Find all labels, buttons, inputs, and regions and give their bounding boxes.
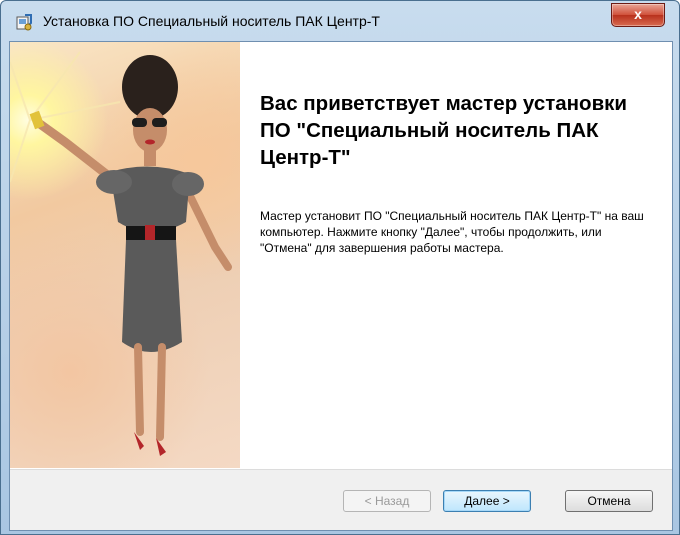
installer-window: Установка ПО Специальный носитель ПАК Це… (0, 0, 680, 535)
wizard-body: Вас приветствует мастер установки ПО "Сп… (9, 41, 673, 531)
installer-icon (16, 14, 32, 31)
woman-illustration (10, 51, 232, 456)
welcome-description: Мастер установит ПО "Специальный носител… (260, 209, 644, 255)
close-icon: x (634, 6, 642, 22)
back-button[interactable]: < Назад (343, 490, 431, 512)
button-bar: < Назад Далее > Отмена (10, 469, 672, 530)
close-button[interactable]: x (611, 3, 665, 27)
window-title: Установка ПО Специальный носитель ПАК Це… (43, 13, 380, 29)
next-button[interactable]: Далее > (443, 490, 531, 512)
welcome-illustration (10, 42, 240, 468)
cancel-button[interactable]: Отмена (565, 490, 653, 512)
title-bar[interactable]: Установка ПО Специальный носитель ПАК Це… (1, 1, 679, 41)
welcome-heading: Вас приветствует мастер установки ПО "Сп… (260, 92, 628, 169)
